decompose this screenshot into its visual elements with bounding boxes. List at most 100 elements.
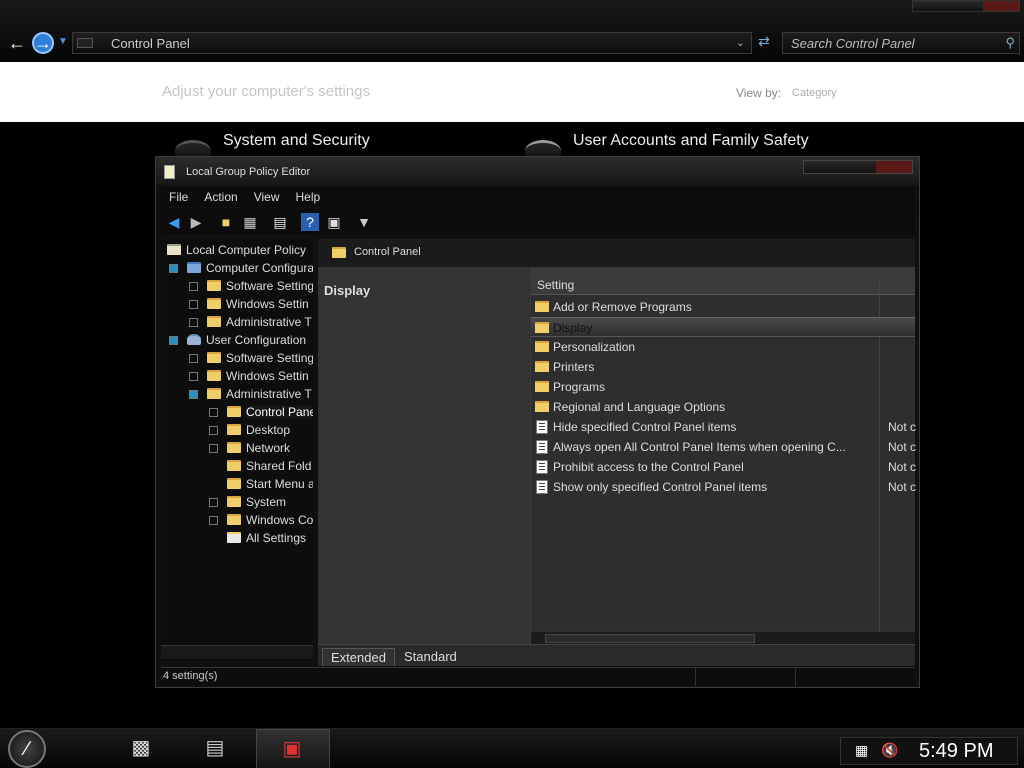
menu-file[interactable]: File [161,187,196,207]
scrollbar-thumb[interactable] [545,634,755,643]
collapse-icon[interactable] [169,264,178,273]
forward-arrow-icon[interactable]: ▶ [187,213,205,231]
description-pane: Display [318,267,530,649]
window-titlebar[interactable]: Local Group Policy Editor [156,157,919,185]
start-button[interactable]: ∕ [8,730,46,768]
tree-item[interactable]: Software Setting [167,277,313,295]
expand-icon[interactable] [209,498,218,507]
setting-state: Not c [888,440,917,454]
folder-icon [535,301,549,312]
window-caption-buttons[interactable] [912,0,1020,12]
folder-icon [207,370,221,381]
back-arrow-icon[interactable]: ◀ [165,213,183,231]
policy-tree[interactable]: Local Computer Policy Computer Configura S… [161,239,313,661]
help-icon[interactable]: ? [301,213,319,231]
list-item[interactable]: Personalization [531,337,915,357]
search-box[interactable]: ⚲ [782,32,1020,54]
category-user-accounts[interactable]: User Accounts and Family Safety [573,132,809,150]
tree-item[interactable]: Start Menu a [167,475,313,493]
tree-item-label: Windows Settin [226,369,309,383]
folder-icon [535,322,549,333]
tree-item[interactable]: Windows Settin [167,295,309,313]
tree-item[interactable]: Windows Co [167,511,313,529]
description-title: Display [324,283,371,298]
control-panel-header: Adjust your computer's settings View by:… [0,62,1024,122]
menu-view[interactable]: View [246,187,288,207]
tab-standard[interactable]: Standard [396,648,465,666]
network-icon[interactable]: ▦ [855,742,868,759]
expand-icon[interactable] [189,300,198,309]
expand-icon[interactable] [209,444,218,453]
tree-item[interactable]: User Configuration [167,331,306,349]
forward-button[interactable]: → [32,32,54,54]
expand-icon[interactable] [209,516,218,525]
tree-item[interactable]: Control Pane [167,403,313,421]
tab-extended[interactable]: Extended [322,648,395,666]
list-item[interactable]: Prohibit access to the Control Panel Not … [531,457,916,477]
pinned-app-icon[interactable]: ▩ [126,733,156,763]
tree-horizontal-scrollbar[interactable] [161,645,313,659]
setting-name: Display [553,321,593,335]
list-item[interactable]: Always open All Control Panel Items when… [531,437,917,457]
export-list-icon[interactable]: ▤ [271,213,289,231]
refresh-icon: ⇄ [758,33,770,49]
expand-icon[interactable] [209,426,218,435]
list-item[interactable]: Show only specified Control Panel items N… [531,477,916,497]
tree-item[interactable]: Administrative T [167,313,312,331]
search-input[interactable] [783,33,983,53]
list-item[interactable]: Programs [531,377,915,397]
collapse-icon[interactable] [189,390,198,399]
toolbox-icon: ▣ [282,738,302,760]
window-caption-buttons[interactable] [803,160,913,174]
list-item[interactable]: Hide specified Control Panel items Not c [531,417,916,437]
page-title: Adjust your computer's settings [162,83,370,100]
menu-help[interactable]: Help [288,187,329,207]
properties-icon[interactable]: ▣ [325,213,343,231]
collapse-icon[interactable] [169,336,178,345]
tree-item[interactable]: Administrative T [167,385,312,403]
taskbar-item-policy-editor[interactable]: ▣ [256,729,330,768]
expand-icon[interactable] [209,408,218,417]
view-by-dropdown[interactable]: Category [792,87,837,99]
address-bar[interactable]: Control Panel ⌄ [72,32,752,54]
list-item[interactable]: Regional and Language Options [531,397,915,417]
view-tabs: Extended Standard [318,644,915,666]
filter-icon[interactable]: ▼ [355,213,373,231]
settings-list[interactable]: Setting Add or Remove Programs Display Per… [531,277,917,637]
tree-item[interactable]: Software Setting [167,349,313,367]
window-title: Local Group Policy Editor [186,166,311,178]
tree-item[interactable]: Local Computer Policy [167,241,306,259]
expand-icon[interactable] [189,372,198,381]
menu-bar: File Action View Help [161,187,915,207]
policy-setting-icon [536,480,548,494]
refresh-button[interactable]: ⇄ [754,33,774,53]
pinned-app-icon[interactable]: ▤ [200,733,230,763]
back-button[interactable]: ← [6,32,28,54]
tree-item[interactable]: System [167,493,286,511]
chevron-down-icon[interactable]: ⌄ [736,36,745,49]
tree-item[interactable]: Network [167,439,290,457]
expand-icon[interactable] [189,354,198,363]
recent-pages-dropdown[interactable]: ▼ [58,36,68,47]
volume-muted-icon[interactable]: 🔇 [881,742,898,759]
explorer-toolbar: ← → ▼ Control Panel ⌄ ⇄ ⚲ [0,0,1024,62]
tree-item[interactable]: Computer Configura [167,259,313,277]
list-item[interactable]: Printers [531,357,915,377]
list-horizontal-scrollbar[interactable] [531,631,915,645]
tree-item[interactable]: All Settings [167,529,306,547]
up-folder-icon[interactable]: ■ [217,213,235,231]
clock[interactable]: 5:49 PM [919,740,993,763]
expand-icon[interactable] [189,318,198,327]
show-hide-tree-icon[interactable]: ▦ [241,213,259,231]
tree-item[interactable]: Windows Settin [167,367,309,385]
policy-editor-icon [164,165,175,179]
list-item[interactable]: Add or Remove Programs [531,297,915,317]
column-header-setting[interactable]: Setting [537,278,574,292]
search-icon[interactable]: ⚲ [1005,35,1015,51]
category-system-security[interactable]: System and Security [223,132,370,150]
tree-item[interactable]: Shared Fold [167,457,311,475]
list-item[interactable]: Display [531,317,915,337]
menu-action[interactable]: Action [196,187,245,207]
expand-icon[interactable] [189,282,198,291]
tree-item[interactable]: Desktop [167,421,290,439]
